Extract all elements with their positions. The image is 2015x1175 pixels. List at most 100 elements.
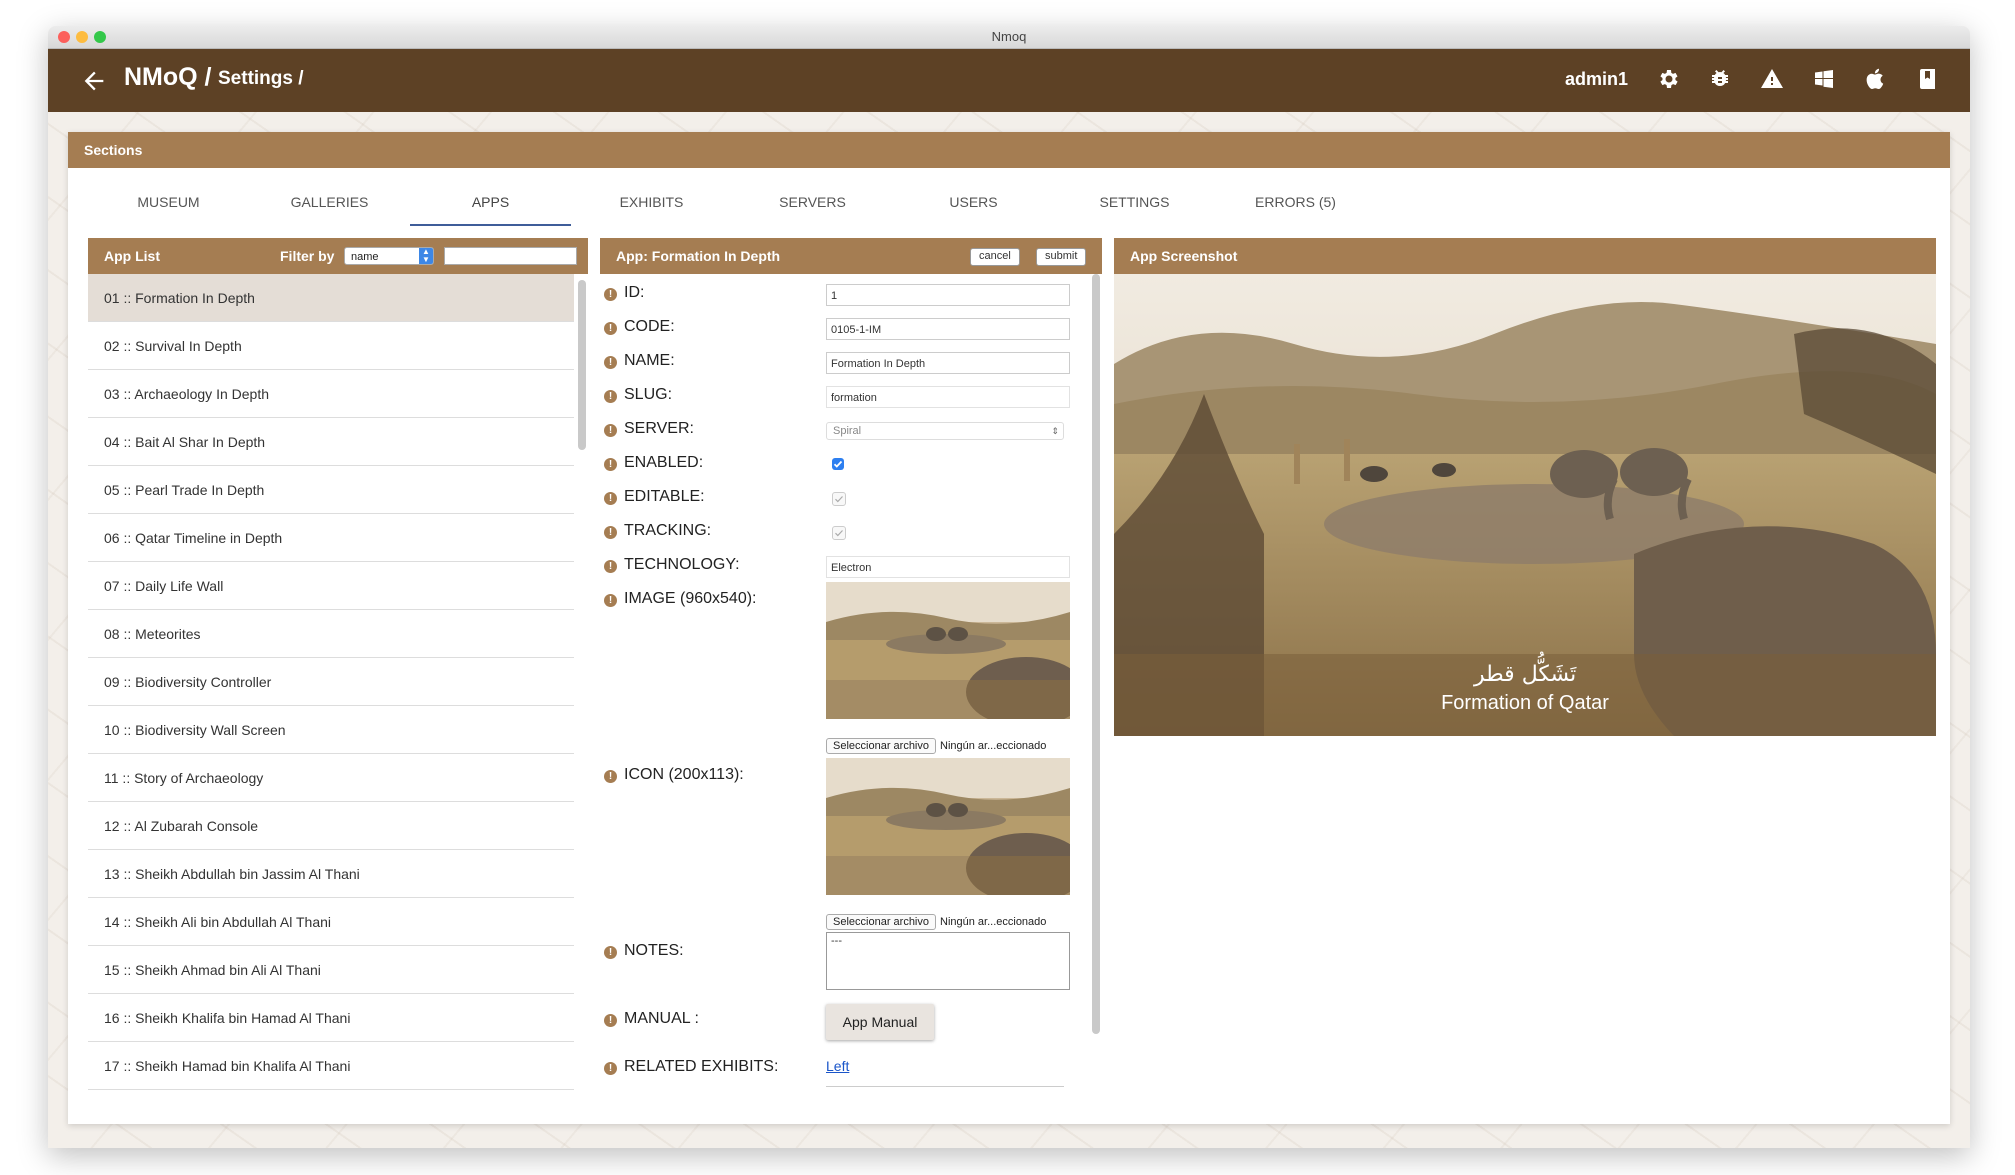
- server-select-value: Spiral: [833, 425, 862, 437]
- filter-label: Filter by: [280, 248, 335, 264]
- list-item[interactable]: 10 :: Biodiversity Wall Screen: [88, 706, 574, 754]
- list-item[interactable]: 05 :: Pearl Trade In Depth: [88, 466, 574, 514]
- info-icon[interactable]: !: [604, 356, 617, 369]
- notes-textarea[interactable]: ---: [826, 932, 1070, 990]
- server-select[interactable]: Spiral ⇕: [826, 422, 1064, 440]
- detail-scrollbar[interactable]: [1092, 274, 1100, 1034]
- app-list-header: App List Filter by name ▲ ▼: [88, 238, 588, 274]
- app-detail-panel: App: Formation In Depth cancel submit ! …: [600, 238, 1102, 1108]
- cancel-button[interactable]: cancel: [970, 248, 1020, 266]
- book-icon[interactable]: [1916, 67, 1940, 91]
- filter-input[interactable]: [444, 247, 577, 265]
- gear-icon[interactable]: [1656, 67, 1680, 91]
- section-tabs: MUSEUM GALLERIES APPS EXHIBITS SERVERS U…: [88, 180, 1376, 226]
- app-detail-form: ! ID: 1 ! CODE: 0105-1-IM ! NAME: Format…: [600, 274, 1090, 1108]
- list-item[interactable]: 02 :: Survival In Depth: [88, 322, 574, 370]
- header-actions: admin1: [1565, 67, 1940, 91]
- app-detail-title: App: Formation In Depth: [616, 248, 781, 264]
- list-item[interactable]: 07 :: Daily Life Wall: [88, 562, 574, 610]
- image-file-status: Ningún ar...eccionado: [940, 740, 1047, 752]
- tab-errors[interactable]: ERRORS (5): [1215, 180, 1376, 226]
- app-window: Nmoq NMoQ / Settings / admin1 Sections M…: [48, 26, 1970, 1148]
- list-item[interactable]: 13 :: Sheikh Abdullah bin Jassim Al Than…: [88, 850, 574, 898]
- info-icon[interactable]: !: [604, 322, 617, 335]
- list-item[interactable]: 17 :: Sheikh Hamad bin Khalifa Al Thani: [88, 1042, 574, 1090]
- screenshot-caption-english: Formation of Qatar: [1441, 692, 1609, 714]
- bug-icon[interactable]: [1708, 67, 1732, 91]
- tracking-checkbox[interactable]: [832, 526, 846, 540]
- name-input[interactable]: Formation In Depth: [826, 352, 1070, 374]
- sections-card: Sections MUSEUM GALLERIES APPS EXHIBITS …: [68, 132, 1950, 1124]
- field-label: TRACKING:: [624, 522, 712, 539]
- select-arrows-icon: ⇕: [1051, 426, 1059, 436]
- editable-checkbox[interactable]: [832, 492, 846, 506]
- icon-file-button[interactable]: Seleccionar archivo: [826, 914, 936, 930]
- info-icon[interactable]: !: [604, 770, 617, 783]
- filter-select[interactable]: name ▲ ▼: [344, 247, 434, 265]
- tab-exhibits[interactable]: EXHIBITS: [571, 180, 732, 226]
- field-label: ICON (200x113):: [624, 766, 744, 783]
- list-item[interactable]: 09 :: Biodiversity Controller: [88, 658, 574, 706]
- brand-title[interactable]: NMoQ /: [124, 63, 212, 92]
- info-icon[interactable]: !: [604, 946, 617, 959]
- technology-input[interactable]: Electron: [826, 556, 1070, 578]
- apple-icon[interactable]: [1864, 67, 1888, 91]
- tab-museum[interactable]: MUSEUM: [88, 180, 249, 226]
- list-item[interactable]: 06 :: Qatar Timeline in Depth: [88, 514, 574, 562]
- related-exhibit-link[interactable]: Left: [826, 1058, 849, 1074]
- slug-input[interactable]: formation: [826, 386, 1070, 408]
- filter-select-value: name: [351, 251, 379, 263]
- info-icon[interactable]: !: [604, 288, 617, 301]
- window-title: Nmoq: [991, 29, 1027, 44]
- field-label: SERVER:: [624, 420, 694, 437]
- app-screenshot-header: App Screenshot: [1114, 238, 1936, 274]
- list-item[interactable]: 03 :: Archaeology In Depth: [88, 370, 574, 418]
- tab-settings[interactable]: SETTINGS: [1054, 180, 1215, 226]
- id-input[interactable]: 1: [826, 284, 1070, 306]
- app-manual-button[interactable]: App Manual: [826, 1004, 934, 1040]
- tab-servers[interactable]: SERVERS: [732, 180, 893, 226]
- windows-icon[interactable]: [1812, 67, 1836, 91]
- username[interactable]: admin1: [1565, 69, 1628, 90]
- info-icon[interactable]: !: [604, 390, 617, 403]
- submit-button[interactable]: submit: [1036, 248, 1087, 266]
- app-list: 01 :: Formation In Depth 02 :: Survival …: [88, 274, 574, 1108]
- list-item[interactable]: 11 :: Story of Archaeology: [88, 754, 574, 802]
- field-label: MANUAL :: [624, 1010, 699, 1027]
- field-label: EDITABLE:: [624, 488, 705, 505]
- screenshot-caption-arabic: تَشَكُّل قطر: [1474, 662, 1577, 687]
- list-item[interactable]: 15 :: Sheikh Ahmad bin Ali Al Thani: [88, 946, 574, 994]
- field-label: NOTES:: [624, 942, 684, 959]
- tab-apps[interactable]: APPS: [410, 180, 571, 226]
- icon-file-status: Ningún ar...eccionado: [940, 916, 1047, 928]
- info-icon[interactable]: !: [604, 1014, 617, 1027]
- tab-users[interactable]: USERS: [893, 180, 1054, 226]
- list-item[interactable]: 12 :: Al Zubarah Console: [88, 802, 574, 850]
- app-list-scrollbar[interactable]: [578, 280, 586, 450]
- info-icon[interactable]: !: [604, 492, 617, 505]
- arrow-left-icon[interactable]: [80, 67, 108, 95]
- list-item[interactable]: 14 :: Sheikh Ali bin Abdullah Al Thani: [88, 898, 574, 946]
- enabled-checkbox[interactable]: [832, 458, 844, 470]
- field-label: IMAGE (960x540):: [624, 590, 757, 607]
- list-item[interactable]: 04 :: Bait Al Shar In Depth: [88, 418, 574, 466]
- image-file-button[interactable]: Seleccionar archivo: [826, 738, 936, 754]
- app-screenshot-image: تَشَكُّل قطر Formation of Qatar: [1114, 274, 1936, 736]
- field-label: ENABLED:: [624, 454, 704, 471]
- field-label: RELATED EXHIBITS:: [624, 1058, 779, 1075]
- tab-galleries[interactable]: GALLERIES: [249, 180, 410, 226]
- select-arrows-icon: ▲ ▼: [419, 248, 433, 264]
- warning-icon[interactable]: [1760, 67, 1784, 91]
- field-label: TECHNOLOGY:: [624, 556, 740, 573]
- list-item[interactable]: 16 :: Sheikh Khalifa bin Hamad Al Thani: [88, 994, 574, 1042]
- code-input[interactable]: 0105-1-IM: [826, 318, 1070, 340]
- list-item[interactable]: 08 :: Meteorites: [88, 610, 574, 658]
- info-icon[interactable]: !: [604, 594, 617, 607]
- list-item[interactable]: 01 :: Formation In Depth: [88, 274, 574, 322]
- info-icon[interactable]: !: [604, 458, 617, 471]
- info-icon[interactable]: !: [604, 560, 617, 573]
- app-screenshot-panel: App Screenshot تَشَكُّل قطر Formation of…: [1114, 238, 1936, 738]
- info-icon[interactable]: !: [604, 1062, 617, 1075]
- info-icon[interactable]: !: [604, 424, 617, 437]
- info-icon[interactable]: !: [604, 526, 617, 539]
